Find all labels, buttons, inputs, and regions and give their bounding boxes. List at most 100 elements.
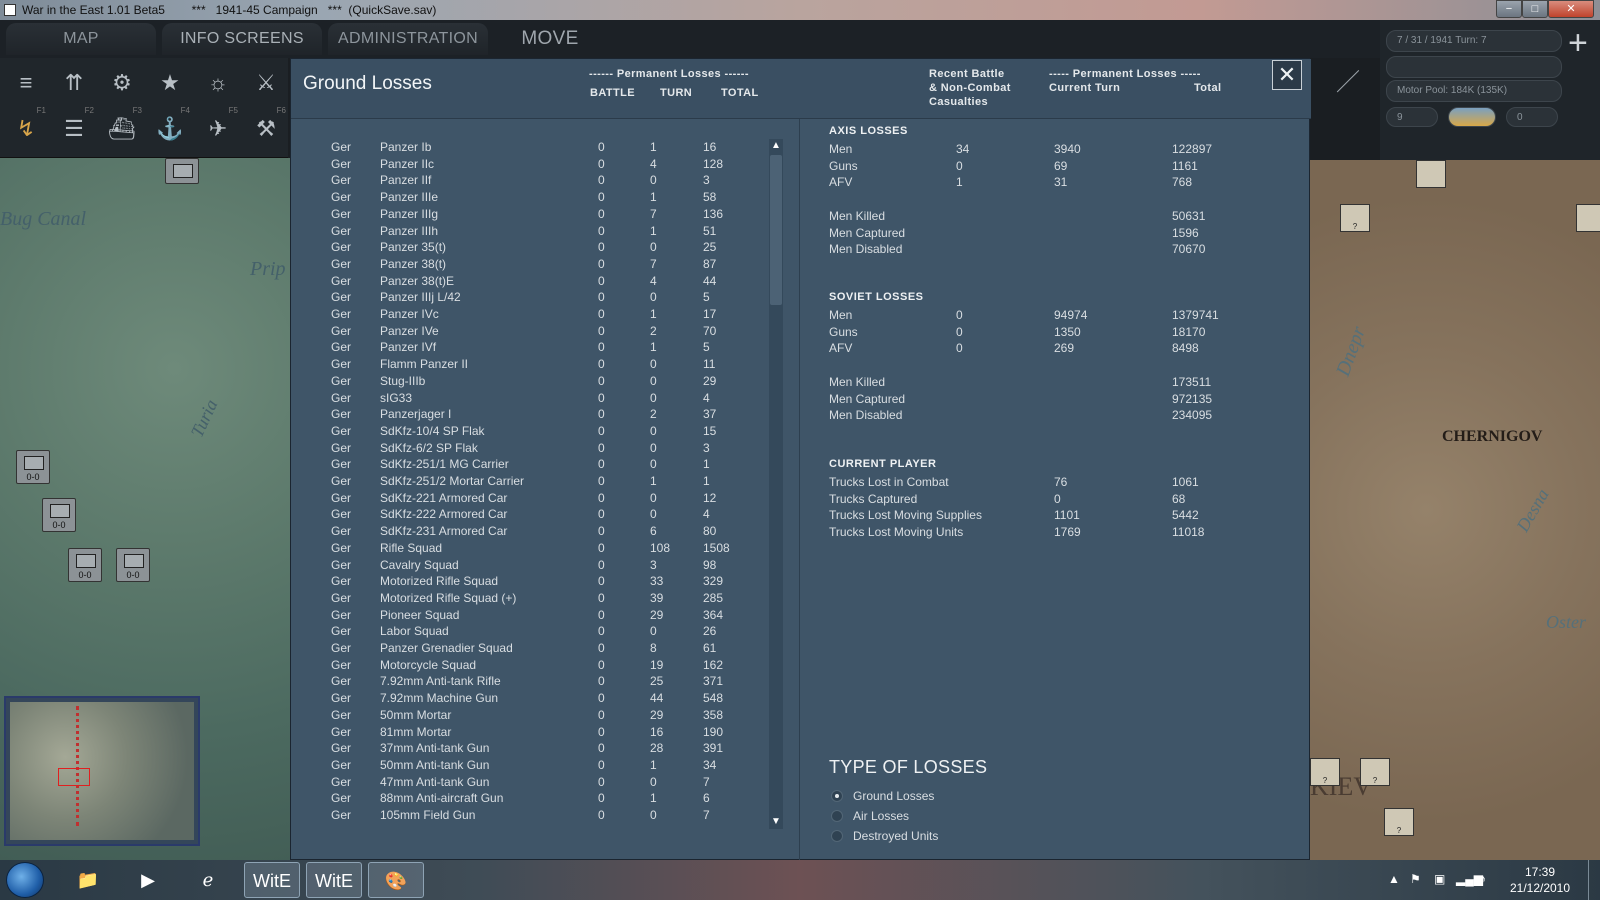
table-row[interactable]: Ger Panzer IIc 0 4 128 bbox=[321, 156, 761, 173]
folder-icon[interactable]: 📁 bbox=[60, 862, 116, 898]
table-row[interactable]: Ger Stug-IIIb 0 0 29 bbox=[321, 373, 761, 390]
radio-dot[interactable] bbox=[831, 790, 843, 802]
table-row[interactable]: Ger Cavalry Squad 0 3 98 bbox=[321, 557, 761, 574]
minimap[interactable] bbox=[4, 696, 200, 846]
enemy-unit-counter[interactable]: ? bbox=[1384, 808, 1414, 836]
ship-icon[interactable]: ⛴ F3 bbox=[102, 106, 142, 148]
taskbar-game-2[interactable]: WitE bbox=[306, 862, 362, 898]
network-icon[interactable]: ▣ bbox=[1434, 872, 1445, 886]
menu-info-screens[interactable]: INFO SCREENS bbox=[162, 23, 322, 55]
table-row[interactable]: Ger 50mm Anti-tank Gun 0 1 34 bbox=[321, 757, 761, 774]
table-row[interactable]: Ger Panzer Ib 0 1 16 bbox=[321, 139, 761, 156]
start-button[interactable] bbox=[6, 862, 44, 898]
scroll-up-icon[interactable]: ▲ bbox=[769, 139, 783, 153]
scroll-thumb[interactable] bbox=[770, 155, 782, 305]
dialog-close-button[interactable]: ✕ bbox=[1272, 60, 1302, 90]
minimap-viewport[interactable] bbox=[58, 768, 90, 786]
radio-dot[interactable] bbox=[831, 810, 843, 822]
clock-time[interactable]: 17:39 bbox=[1500, 865, 1580, 879]
window-close-button[interactable]: ✕ bbox=[1548, 0, 1594, 18]
table-row[interactable]: Ger 47mm Anti-tank Gun 0 0 7 bbox=[321, 774, 761, 791]
table-row[interactable]: Ger Panzer 38(t)E 0 4 44 bbox=[321, 273, 761, 290]
crossed-swords-icon[interactable]: ⚔ bbox=[246, 64, 286, 102]
table-row[interactable]: Ger 50mm Mortar 0 29 358 bbox=[321, 707, 761, 724]
flag-icon[interactable]: ⚑ bbox=[1410, 872, 1421, 886]
unit-counter[interactable]: 0-0 bbox=[116, 548, 150, 582]
table-row[interactable]: Ger 7.92mm Anti-tank Rifle 0 25 371 bbox=[321, 673, 761, 690]
unit-counter[interactable]: 0-0 bbox=[68, 548, 102, 582]
pencil-icon[interactable]: ／ bbox=[1336, 62, 1366, 96]
paint-icon[interactable]: 🎨 bbox=[368, 862, 424, 898]
tray-expand-icon[interactable]: ▲ bbox=[1388, 872, 1400, 886]
minimize-button[interactable]: − bbox=[1496, 0, 1522, 18]
table-row[interactable]: Ger sIG33 0 0 4 bbox=[321, 390, 761, 407]
table-row[interactable]: Ger Motorcycle Squad 0 19 162 bbox=[321, 657, 761, 674]
table-row[interactable]: Ger Panzer IVf 0 1 5 bbox=[321, 339, 761, 356]
table-row[interactable]: Ger SdKfz-231 Armored Car 0 6 80 bbox=[321, 523, 761, 540]
table-row[interactable]: Ger Motorized Rifle Squad (+) 0 39 285 bbox=[321, 590, 761, 607]
menu-map-information[interactable]: MAP INFORMATION bbox=[6, 23, 156, 79]
unit-counter[interactable]: 0-0 bbox=[16, 450, 50, 484]
maximize-button[interactable]: □ bbox=[1522, 0, 1548, 18]
unit-counter[interactable] bbox=[165, 158, 199, 184]
weather-icon[interactable]: ☼ bbox=[198, 64, 238, 102]
table-row[interactable]: Ger 88mm Anti-aircraft Gun 0 1 6 bbox=[321, 790, 761, 807]
table-row[interactable]: Ger SdKfz-251/2 Mortar Carrier 0 1 1 bbox=[321, 473, 761, 490]
scroll-down-icon[interactable]: ▼ bbox=[769, 815, 783, 829]
units-icon[interactable]: ⇈ bbox=[54, 64, 94, 102]
enemy-unit-counter[interactable]: ? bbox=[1360, 758, 1390, 786]
naval-icon[interactable]: ⚓ F4 bbox=[150, 106, 190, 148]
table-row[interactable]: Ger Panzer IIIj L/42 0 0 5 bbox=[321, 289, 761, 306]
table-row[interactable]: Ger Panzer 35(t) 0 0 25 bbox=[321, 239, 761, 256]
rail-icon[interactable]: ☰ F2 bbox=[54, 106, 94, 148]
signal-icon[interactable]: ▂▄▆ bbox=[1456, 872, 1483, 886]
table-row[interactable]: Ger Pioneer Squad 0 29 364 bbox=[321, 607, 761, 624]
radio-dot[interactable] bbox=[831, 830, 843, 842]
engineer-icon[interactable]: ⚒ F6 bbox=[246, 106, 286, 148]
clock-date[interactable]: 21/12/2010 bbox=[1500, 881, 1580, 895]
zoom-plus-icon[interactable]: + bbox=[1568, 26, 1588, 60]
list-scrollbar[interactable]: ▲ ▼ bbox=[769, 139, 783, 829]
enemy-unit-counter[interactable]: ? bbox=[1310, 758, 1340, 786]
volume-icon[interactable]: ♪ bbox=[1480, 872, 1486, 886]
table-row[interactable]: Ger Rifle Squad 0 108 1508 bbox=[321, 540, 761, 557]
enemy-unit-counter[interactable] bbox=[1576, 204, 1600, 232]
table-row[interactable]: Ger Panzer IVc 0 1 17 bbox=[321, 306, 761, 323]
show-desktop-button[interactable] bbox=[1588, 860, 1600, 900]
unit-counter[interactable]: 0-0 bbox=[42, 498, 76, 532]
table-row[interactable]: Ger Panzer IIIh 0 1 51 bbox=[321, 223, 761, 240]
table-row[interactable]: Ger Flamm Panzer II 0 0 11 bbox=[321, 356, 761, 373]
table-row[interactable]: Ger SdKfz-10/4 SP Flak 0 0 15 bbox=[321, 423, 761, 440]
star-icon[interactable]: ★ bbox=[150, 64, 190, 102]
status-counter-box[interactable]: 0 bbox=[1506, 107, 1558, 127]
table-row[interactable]: Ger 81mm Mortar 0 16 190 bbox=[321, 724, 761, 741]
map-view-right[interactable]: CHERNIGOV KIEV Dnepr Desna Oster ? ? ? ? bbox=[1310, 160, 1600, 860]
table-row[interactable]: Ger Panzer 38(t) 0 7 87 bbox=[321, 256, 761, 273]
enemy-unit-counter[interactable] bbox=[1416, 160, 1446, 188]
table-row[interactable]: Ger Panzer IVe 0 2 70 bbox=[321, 323, 761, 340]
table-row[interactable]: Ger SdKfz-6/2 SP Flak 0 0 3 bbox=[321, 440, 761, 457]
table-row[interactable]: Ger Panzer IIf 0 0 3 bbox=[321, 172, 761, 189]
menu-administration[interactable]: ADMINISTRATION bbox=[328, 23, 488, 55]
table-row[interactable]: Ger SdKfz-251/1 MG Carrier 0 0 1 bbox=[321, 456, 761, 473]
air-icon[interactable]: ✈ F5 bbox=[198, 106, 238, 148]
table-row[interactable]: Ger 37mm Anti-tank Gun 0 28 391 bbox=[321, 740, 761, 757]
enemy-unit-counter[interactable]: ? bbox=[1340, 204, 1370, 232]
table-row[interactable]: Ger Panzer IIIg 0 7 136 bbox=[321, 206, 761, 223]
taskbar-game-1[interactable]: WitE bbox=[244, 862, 300, 898]
table-row[interactable]: Ger Panzer Grenadier Squad 0 8 61 bbox=[321, 640, 761, 657]
table-row[interactable]: Ger Panzerjager I 0 2 37 bbox=[321, 406, 761, 423]
stack-icon[interactable]: ≡ bbox=[6, 64, 46, 102]
table-row[interactable]: Ger Panzer IIIe 0 1 58 bbox=[321, 189, 761, 206]
map-view-left[interactable]: Bug Canal Prip Turia 0-0 0-0 0-0 0-0 bbox=[0, 158, 290, 860]
browser-icon[interactable]: ℯ bbox=[180, 862, 236, 898]
table-row[interactable]: Ger SdKfz-222 Armored Car 0 0 4 bbox=[321, 506, 761, 523]
table-row[interactable]: Ger SdKfz-221 Armored Car 0 0 12 bbox=[321, 490, 761, 507]
media-player-icon[interactable]: ▶ bbox=[120, 862, 176, 898]
table-row[interactable]: Ger 7.92mm Machine Gun 0 44 548 bbox=[321, 690, 761, 707]
table-row[interactable]: Ger Labor Squad 0 0 26 bbox=[321, 623, 761, 640]
table-row[interactable]: Ger 105mm Field Gun 0 0 7 bbox=[321, 807, 761, 824]
gear-icon[interactable]: ⚙ bbox=[102, 64, 142, 102]
route-icon[interactable]: ↯ F1 bbox=[6, 106, 46, 148]
table-row[interactable]: Ger Motorized Rifle Squad 0 33 329 bbox=[321, 573, 761, 590]
